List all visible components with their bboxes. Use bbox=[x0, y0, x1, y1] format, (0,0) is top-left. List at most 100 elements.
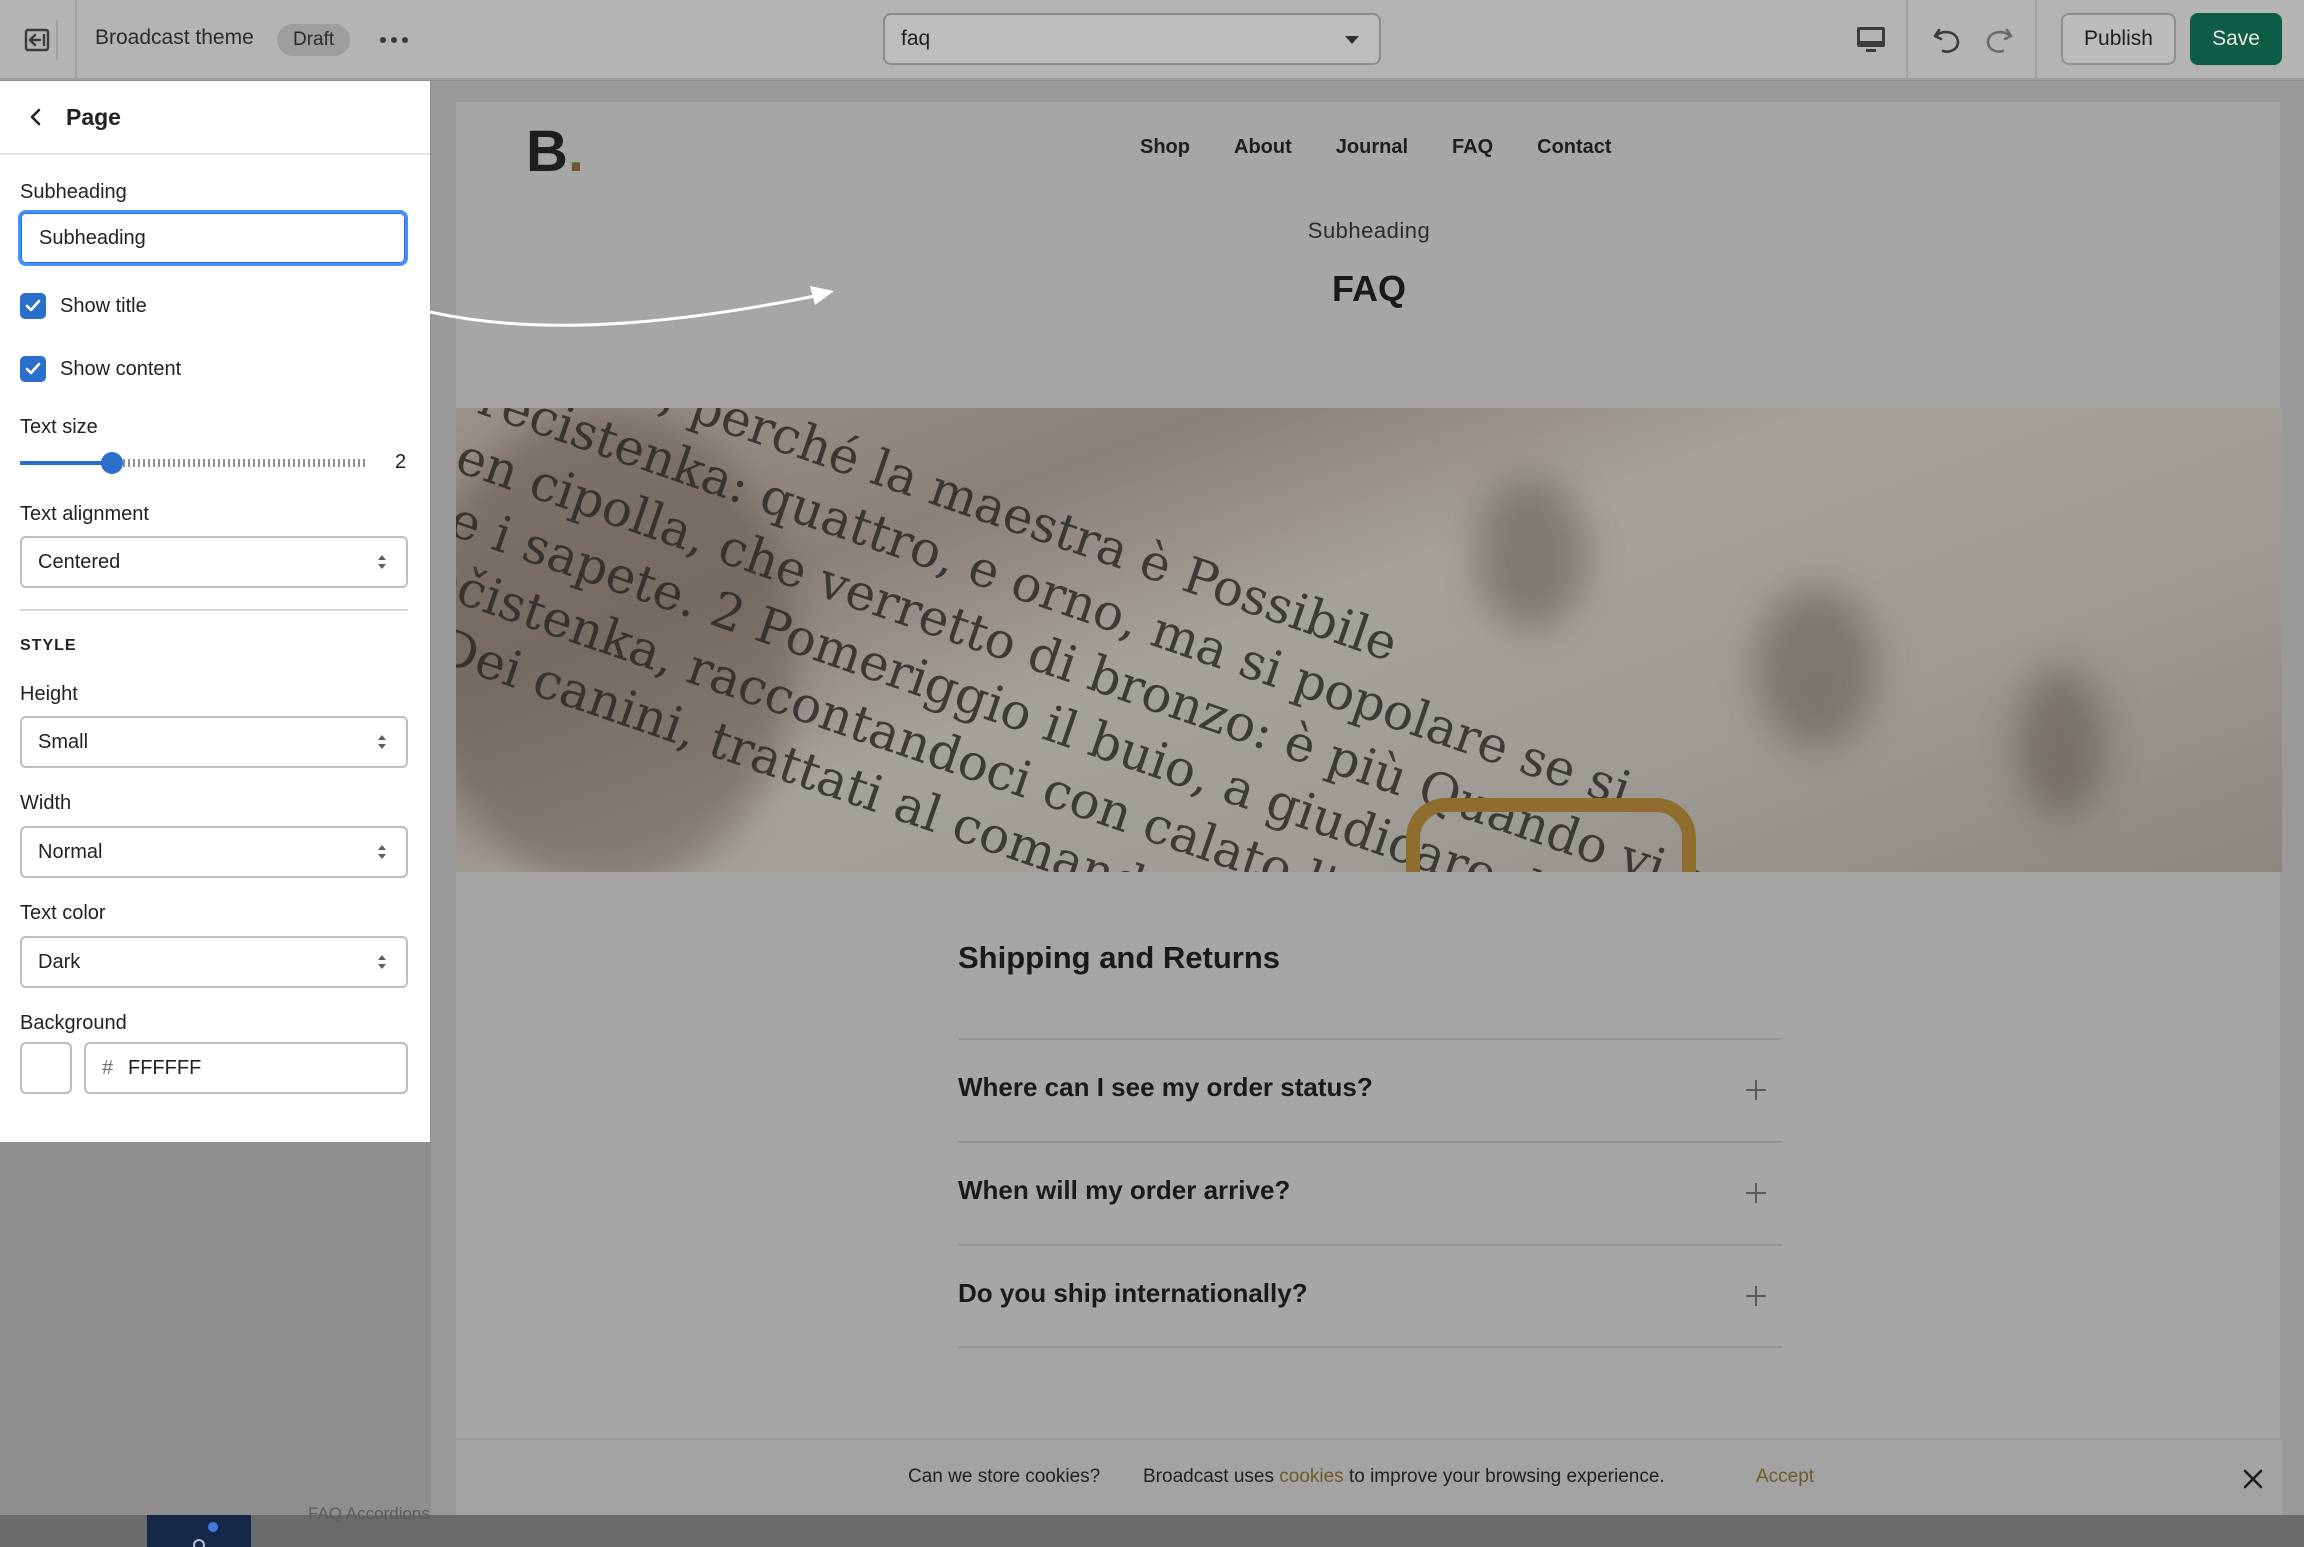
plus-icon[interactable] bbox=[1744, 1181, 1768, 1205]
more-dot-icon bbox=[402, 37, 408, 43]
hash-prefix: # bbox=[102, 1057, 114, 1079]
faq-question: When will my order arrive? bbox=[958, 1175, 1291, 1205]
style-section-heading: STYLE bbox=[20, 637, 77, 654]
top-bar: Broadcast theme Draft faq Publish Save bbox=[0, 0, 2304, 80]
background-color-swatch[interactable] bbox=[20, 1042, 72, 1094]
redo-icon[interactable] bbox=[1979, 20, 2019, 60]
publish-button[interactable]: Publish bbox=[2061, 13, 2176, 65]
text-size-label: Text size bbox=[20, 416, 98, 438]
cookie-message: Broadcast uses cookies to improve your b… bbox=[1143, 1466, 1665, 1488]
select-arrows-icon bbox=[378, 735, 386, 749]
faq-question: Do you ship internationally? bbox=[958, 1278, 1308, 1308]
width-select[interactable]: Normal bbox=[20, 826, 408, 878]
panel-underlay bbox=[0, 1142, 430, 1547]
height-value: Small bbox=[38, 731, 89, 753]
gold-ring bbox=[1406, 798, 1696, 872]
show-title-checkbox[interactable]: Show title bbox=[20, 292, 147, 320]
logo-letter: B bbox=[526, 119, 568, 184]
cookie-policy-link[interactable]: cookies bbox=[1279, 1466, 1343, 1487]
page-template-select[interactable]: faq bbox=[883, 13, 1381, 65]
text-color-select[interactable]: Dark bbox=[20, 936, 408, 988]
height-select[interactable]: Small bbox=[20, 716, 408, 768]
chevron-left-icon[interactable] bbox=[22, 103, 50, 131]
checkbox-checked[interactable] bbox=[20, 293, 46, 319]
more-dot-icon bbox=[391, 37, 397, 43]
more-dot-icon bbox=[380, 37, 386, 43]
panel-header: Page bbox=[0, 81, 430, 155]
slider-thumb[interactable] bbox=[101, 452, 123, 474]
theme-name: Broadcast theme bbox=[95, 26, 254, 49]
cookie-question: Can we store cookies? bbox=[908, 1466, 1101, 1487]
logo-dot: . bbox=[567, 119, 585, 184]
checkmark-icon bbox=[25, 362, 41, 375]
divider bbox=[20, 609, 408, 611]
show-content-label: Show content bbox=[60, 357, 182, 380]
checkbox-checked[interactable] bbox=[20, 356, 46, 382]
close-icon[interactable] bbox=[2242, 1468, 2264, 1490]
nav-link-about[interactable]: About bbox=[1234, 136, 1292, 159]
cookie-accept-button[interactable]: Accept bbox=[1756, 1466, 1814, 1488]
faq-accordion-item[interactable]: When will my order arrive? bbox=[958, 1141, 1782, 1244]
height-label: Height bbox=[20, 683, 78, 705]
desktop-view-icon[interactable] bbox=[1852, 22, 1890, 58]
plus-icon[interactable] bbox=[1744, 1078, 1768, 1102]
text-color-label: Text color bbox=[20, 902, 106, 924]
panel-title: Page bbox=[66, 104, 121, 130]
chevron-down-icon bbox=[1345, 36, 1359, 44]
divider bbox=[2035, 0, 2037, 80]
background-hex-value: FFFFFF bbox=[128, 1057, 202, 1079]
faq-section-title: Shipping and Returns bbox=[958, 940, 1281, 975]
more-actions-button[interactable] bbox=[376, 22, 412, 58]
background-thumbnail bbox=[147, 1515, 251, 1547]
nav-link-shop[interactable]: Shop bbox=[1140, 136, 1190, 159]
exit-icon bbox=[24, 28, 50, 52]
cookie-message-text: to improve your browsing experience. bbox=[1343, 1466, 1665, 1487]
store-logo[interactable]: B. bbox=[526, 118, 584, 185]
main-nav: Shop About Journal FAQ Contact bbox=[1140, 136, 1612, 159]
page-subheading: Subheading bbox=[1307, 218, 1431, 243]
background-section-label: FAQ Accordions bbox=[308, 1504, 430, 1523]
text-color-value: Dark bbox=[38, 951, 81, 973]
plus-icon[interactable] bbox=[1744, 1284, 1768, 1308]
hero-image: che fa, Ratmir, perché la maestra è Poss… bbox=[456, 408, 2282, 872]
faq-accordion-item[interactable]: Do you ship internationally? bbox=[958, 1244, 1782, 1347]
image-shadow bbox=[1756, 588, 1876, 748]
select-arrows-icon bbox=[378, 555, 386, 569]
cookie-message-text: Broadcast uses bbox=[1143, 1466, 1280, 1487]
faq-question: Where can I see my order status? bbox=[958, 1072, 1373, 1102]
background-hex-input[interactable]: # FFFFFF bbox=[84, 1042, 408, 1094]
show-title-label: Show title bbox=[60, 294, 147, 317]
cookie-banner: Can we store cookies? Broadcast uses coo… bbox=[456, 1439, 2282, 1516]
select-arrows-icon bbox=[378, 845, 386, 859]
checkmark-icon bbox=[25, 299, 41, 312]
save-button[interactable]: Save bbox=[2190, 13, 2282, 65]
node-icon bbox=[193, 1522, 218, 1547]
background-label: Background bbox=[20, 1012, 127, 1034]
image-shadow bbox=[2016, 668, 2106, 818]
divider bbox=[75, 0, 77, 80]
undo-icon[interactable] bbox=[1927, 20, 1967, 60]
page-template-value: faq bbox=[901, 27, 931, 50]
divider bbox=[1906, 0, 1908, 80]
show-content-checkbox[interactable]: Show content bbox=[20, 355, 181, 383]
text-size-slider[interactable] bbox=[20, 452, 368, 474]
subheading-label: Subheading bbox=[20, 181, 127, 203]
nav-link-faq[interactable]: FAQ bbox=[1452, 136, 1493, 159]
settings-panel: Page Subheading Subheading Show title Sh… bbox=[0, 81, 430, 1142]
select-arrows-icon bbox=[378, 955, 386, 969]
width-label: Width bbox=[20, 792, 72, 814]
text-alignment-value: Centered bbox=[38, 551, 121, 573]
text-alignment-label: Text alignment bbox=[20, 503, 149, 525]
annotation-arrow bbox=[430, 286, 834, 327]
draft-badge: Draft bbox=[277, 24, 351, 56]
subheading-input[interactable]: Subheading bbox=[18, 210, 408, 266]
width-value: Normal bbox=[38, 841, 103, 863]
exit-editor-button[interactable] bbox=[18, 20, 58, 60]
nav-link-journal[interactable]: Journal bbox=[1336, 136, 1408, 159]
nav-link-contact[interactable]: Contact bbox=[1537, 136, 1611, 159]
text-alignment-select[interactable]: Centered bbox=[20, 536, 408, 588]
text-size-value: 2 bbox=[395, 451, 407, 473]
faq-accordion-item[interactable]: Where can I see my order status? bbox=[958, 1038, 1782, 1141]
divider bbox=[958, 1346, 1782, 1348]
image-shadow bbox=[1476, 478, 1586, 628]
